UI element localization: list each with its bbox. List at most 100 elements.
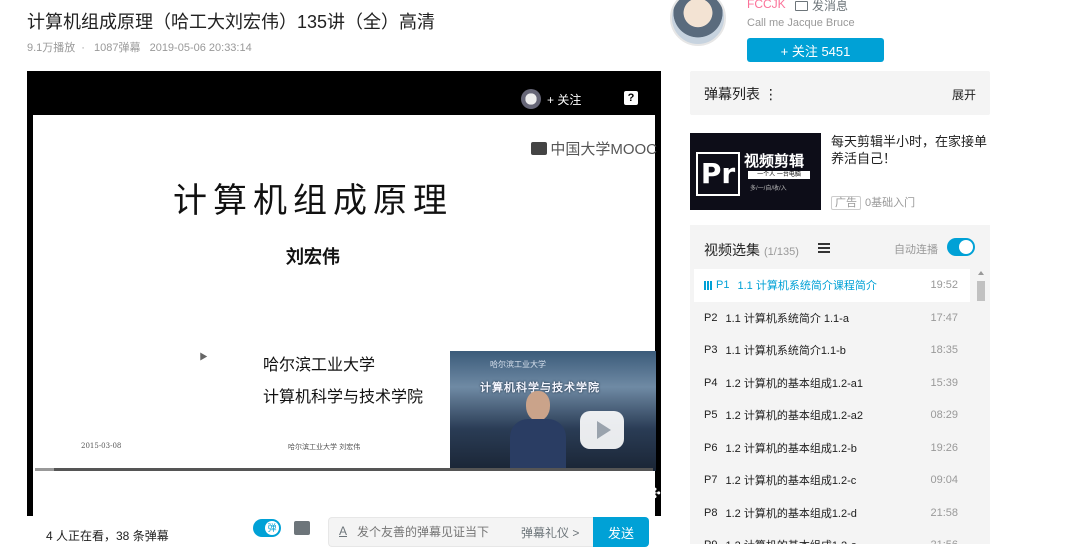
send-message-label: 发消息 <box>812 0 849 13</box>
publish-date: 2019-05-06 20:33:14 <box>149 42 252 54</box>
play-button-icon[interactable] <box>49 486 62 502</box>
autoplay-toggle[interactable] <box>947 238 975 256</box>
meta-separator: · <box>81 42 85 54</box>
ad-text[interactable]: 每天剪辑半小时，在家接单养活自己！ <box>831 133 991 167</box>
episode-title: 1.1 计算机系统简介1.1-b <box>725 345 846 358</box>
mooc-logo-icon <box>531 142 548 155</box>
episode-item[interactable]: P5 1.2 计算机的基本组成1.2-a2 08:29 <box>694 399 970 432</box>
send-danmaku-button[interactable]: 发送 <box>593 517 649 547</box>
slide-title: 计算机组成原理 <box>173 181 453 221</box>
slide-footer: 哈尔滨工业大学 刘宏伟 <box>288 443 361 451</box>
text-style-icon[interactable]: A <box>339 524 347 538</box>
autoplay-label: 自动连播 <box>894 244 938 256</box>
web-fullscreen-icon[interactable]: ▦ <box>616 486 632 500</box>
progress-bar[interactable] <box>35 468 653 471</box>
danmaku-list-header[interactable]: 弹幕列表 ⋮ 展开 <box>690 71 990 115</box>
ad-tag: 广告 0基础入门 <box>831 194 915 210</box>
send-message-link[interactable]: 发消息 <box>795 0 848 14</box>
episode-duration: 17:47 <box>930 311 958 324</box>
gear-icon[interactable]: ⚙ <box>515 486 531 500</box>
slide-college: 计算机科学与技术学院 <box>263 387 424 406</box>
danmaku-settings-icon[interactable] <box>294 521 310 535</box>
episode-number: P7 <box>704 474 718 487</box>
episode-list-scrollbar[interactable] <box>976 269 986 544</box>
episode-list-title: 视频选集 (1/135) <box>704 240 799 260</box>
time-display: 00:00 / 19:51 <box>109 486 180 500</box>
episode-duration: 09:04 <box>930 474 958 487</box>
danmaku-toggle[interactable]: 弹 <box>253 519 281 537</box>
mooc-logo: 中国大学MOOC <box>531 138 657 159</box>
ad-thumbnail[interactable]: Pr 视频剪辑 一个人 一台电脑 多/一/自/收/入 <box>690 133 821 210</box>
episode-title: 1.1 计算机系统简介课程简介 <box>737 280 877 293</box>
overlay-follow-button[interactable]: + 关注 <box>519 87 592 111</box>
episode-title: 1.2 计算机的基本组成1.2-a2 <box>725 410 864 423</box>
episode-list: 视频选集 (1/135) 自动连播 P1 1.1 计算机系统简介课程简介 19:52 P… <box>690 225 990 544</box>
lecturer-figure <box>510 391 566 471</box>
video-meta: 9.1万播放 · 1087弹幕 2019-05-06 20:33:14 <box>27 39 258 55</box>
episode-number: P9 <box>704 539 717 544</box>
play-icon[interactable] <box>580 411 624 449</box>
follow-button[interactable]: + 关注 5451 <box>747 38 884 62</box>
episode-item[interactable]: P8 1.2 计算机的基本组成1.2-d 21:58 <box>694 497 970 530</box>
video-player[interactable]: 中国大学MOOC 计算机组成原理 刘宏伟 哈尔滨工业大学 计算机科学与技术学院 … <box>27 71 661 516</box>
premiere-logo: Pr <box>696 152 740 196</box>
danmaku-input-bar: A 弹幕礼仪 > <box>328 517 594 547</box>
speed-button[interactable]: 倍速 <box>436 485 462 504</box>
scroll-up-icon[interactable] <box>978 271 984 275</box>
danmaku-input[interactable] <box>355 521 509 543</box>
episode-title: 1.2 计算机的基本组成1.2-a1 <box>725 377 864 390</box>
episode-number: P5 <box>704 409 718 422</box>
viewer-count: 4 人正在看，38 条弹幕 <box>46 529 169 543</box>
uploader-name[interactable]: FCCJK <box>747 0 786 11</box>
fullscreen-icon[interactable]: ✣ <box>647 486 661 500</box>
ad-thumb-subtitle-2: 多/一/自/收/入 <box>750 186 787 192</box>
episode-number: P6 <box>704 441 718 454</box>
uploader-signature: Call me Jacque Bruce <box>747 17 855 29</box>
danmaku-off-icon[interactable]: ⨯ <box>480 486 496 500</box>
episode-duration: 21:58 <box>930 506 958 519</box>
overlay-avatar <box>521 89 541 109</box>
ad-thumb-subtitle: 一个人 一台电脑 <box>748 171 810 179</box>
episode-item[interactable]: P1 1.1 计算机系统简介课程简介 19:52 <box>694 269 970 302</box>
mouse-cursor-icon <box>196 350 208 361</box>
slide-author: 刘宏伟 <box>286 247 340 268</box>
uploader-avatar[interactable] <box>670 0 726 46</box>
envelope-icon <box>795 0 808 11</box>
episode-number: P4 <box>704 376 718 389</box>
episode-number: P3 <box>704 344 718 357</box>
episode-item[interactable]: P3 1.1 计算机系统简介1.1-b 18:35 <box>694 334 970 367</box>
episode-title: 1.2 计算机的基本组成1.2-d <box>725 507 857 520</box>
quality-button[interactable]: 自动 <box>390 485 416 504</box>
episode-items: P1 1.1 计算机系统简介课程简介 19:52 P2 1.1 计算机系统简介 1.1-… <box>694 269 970 544</box>
episode-number: P2 <box>704 311 718 324</box>
episode-title: 1.2 计算机的基本组成1.2-e <box>725 537 856 544</box>
danmaku-count: 1087弹幕 <box>94 42 141 54</box>
episode-item[interactable]: P2 1.1 计算机系统简介 1.1-a 17:47 <box>694 302 970 335</box>
episode-item[interactable]: P7 1.2 计算机的基本组成1.2-c 09:04 <box>694 464 970 497</box>
episode-duration: 15:39 <box>930 376 958 389</box>
video-title: 计算机组成原理（哈工大刘宏伟）135讲（全）高清 <box>27 12 436 32</box>
episode-list-title-text: 视频选集 <box>704 242 760 258</box>
player-controls: 00:00 / 19:51 自动 倍速 ⨯ ⚙ ▣ ◘ ▦ ✣ <box>27 477 661 513</box>
episode-duration: 21:56 <box>930 539 958 544</box>
next-episode-icon[interactable] <box>82 489 92 499</box>
danmaku-list-expand[interactable]: 展开 <box>952 86 976 103</box>
mooc-logo-text: 中国大学MOOC <box>550 141 657 158</box>
scroll-thumb[interactable] <box>977 281 985 301</box>
help-icon[interactable]: ? <box>624 91 638 105</box>
danmaku-list-title: 弹幕列表 ⋮ <box>704 86 778 102</box>
episode-title: 1.1 计算机系统简介 1.1-a <box>725 312 849 325</box>
picture-in-picture-icon[interactable]: ▣ <box>551 486 567 500</box>
list-view-icon[interactable] <box>818 243 830 253</box>
play-count: 9.1万播放 <box>27 42 76 54</box>
episode-duration: 08:29 <box>930 409 958 422</box>
widescreen-icon[interactable]: ◘ <box>583 486 599 500</box>
danmaku-etiquette-link[interactable]: 弹幕礼仪 > <box>521 524 579 541</box>
episode-number: P8 <box>704 506 718 519</box>
episode-item[interactable]: P4 1.2 计算机的基本组成1.2-a1 15:39 <box>694 367 970 400</box>
ad-badge: 广告 <box>831 196 861 210</box>
episode-title: 1.2 计算机的基本组成1.2-c <box>725 475 857 488</box>
episode-item[interactable]: P9 1.2 计算机的基本组成1.2-e 21:56 <box>694 529 970 544</box>
episode-item[interactable]: P6 1.2 计算机的基本组成1.2-b 19:26 <box>694 432 970 465</box>
lecturer-video-inset: 哈尔滨工业大学 计算机科学与技术学院 <box>450 351 656 471</box>
